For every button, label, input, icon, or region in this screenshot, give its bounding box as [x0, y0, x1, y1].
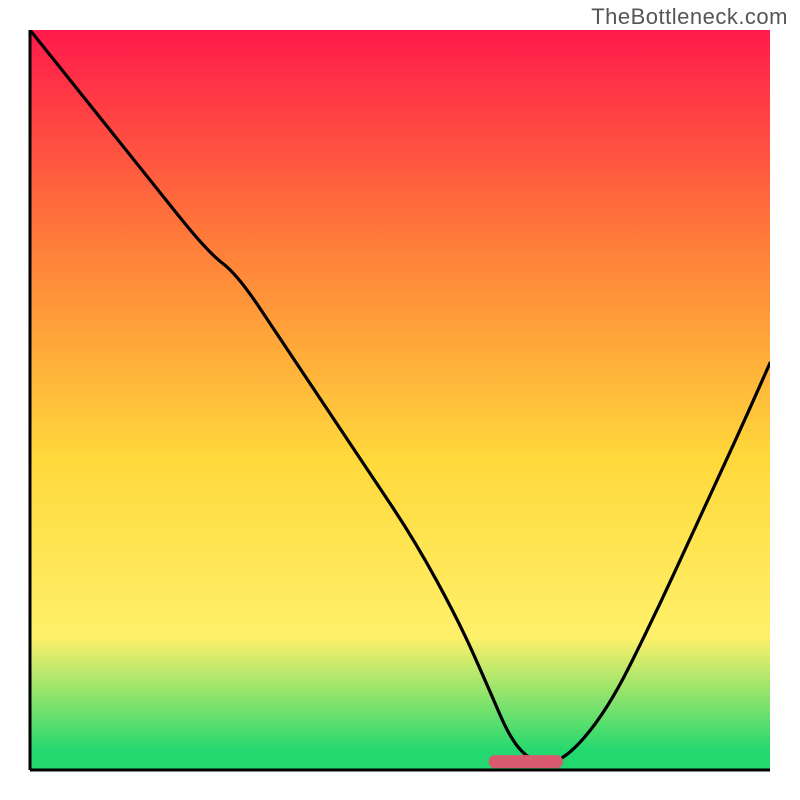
chart-frame: TheBottleneck.com: [0, 0, 800, 800]
bottleneck-chart: [0, 0, 800, 800]
plot-background: [30, 30, 770, 770]
watermark-text: TheBottleneck.com: [591, 4, 788, 30]
optimal-marker: [489, 755, 563, 768]
